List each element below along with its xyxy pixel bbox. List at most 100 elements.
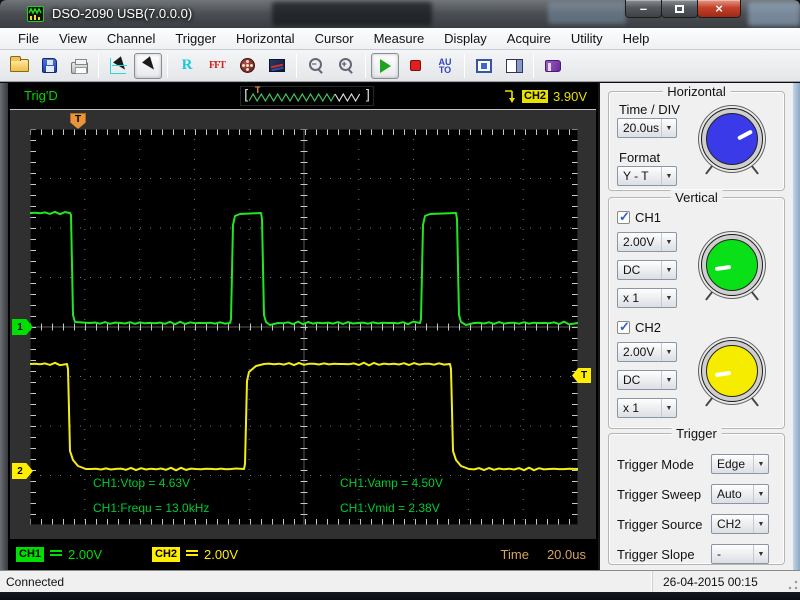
trigger-mode-dropdown[interactable]: Edge: [711, 454, 769, 474]
menu-display[interactable]: Display: [434, 29, 497, 48]
ch2-scale-readout: CH2 2.00V: [152, 547, 238, 562]
menu-utility[interactable]: Utility: [561, 29, 613, 48]
window-left-border: [0, 83, 8, 571]
minimize-button[interactable]: –: [625, 0, 662, 18]
time-div-dropdown[interactable]: 20.0us: [617, 118, 677, 138]
resize-grip[interactable]: [788, 580, 798, 590]
fft-button[interactable]: FFT: [203, 53, 231, 79]
ch1-scale-readout: CH1 2.00V: [16, 547, 102, 562]
time-div-label: Time / DIV: [619, 102, 680, 117]
dropdown-arrow-icon[interactable]: [661, 289, 676, 307]
ch2-checkbox[interactable]: [617, 321, 630, 334]
trigger-level-readout: CH2 3.90V: [500, 86, 600, 106]
ch2-volt-dropdown[interactable]: 2.00V: [617, 342, 677, 362]
dropdown-arrow-icon[interactable]: [661, 399, 676, 417]
trigger-source-dropdown[interactable]: CH2: [711, 514, 769, 534]
title-bar[interactable]: DSO-2090 USB(7.0.0.0) –×: [0, 0, 800, 28]
ch2-probe-dropdown[interactable]: x 1: [617, 398, 677, 418]
knob-pointer: [715, 265, 731, 271]
stop-icon: [410, 60, 421, 71]
trigger-slope-label: Trigger Slope: [617, 547, 695, 562]
toolbar: R FFT −+ AUTO: [0, 50, 800, 82]
dropdown-arrow-icon[interactable]: [661, 233, 676, 251]
trigger-slope-dropdown[interactable]: -: [711, 544, 769, 564]
trigger-sweep-dropdown[interactable]: Auto: [711, 484, 769, 504]
ch1-scale-value: 2.00V: [68, 547, 102, 562]
ch1-volt-dropdown[interactable]: 2.00V: [617, 232, 677, 252]
full-screen-button[interactable]: [470, 53, 498, 79]
ch1-coupling-dropdown[interactable]: DC: [617, 260, 677, 280]
dropdown-arrow-icon[interactable]: [661, 371, 676, 389]
menu-view[interactable]: View: [49, 29, 97, 48]
help-button[interactable]: [539, 53, 567, 79]
dropdown-arrow-icon[interactable]: [661, 119, 676, 137]
dropdown-arrow-icon[interactable]: [661, 167, 676, 185]
main-content: Trig'D [ ] T CH2 3.90V: [0, 82, 800, 570]
trigger-status: Trig'D: [24, 88, 58, 103]
auto-set-icon: AUTO: [437, 58, 453, 74]
menu-cursor[interactable]: Cursor: [305, 29, 364, 48]
trigger-mode-label: Trigger Mode: [617, 457, 694, 472]
stop-button[interactable]: [401, 53, 429, 79]
zoom-in-button[interactable]: +: [332, 53, 360, 79]
knob-pointer: [715, 371, 731, 377]
zoom-out-button[interactable]: −: [302, 53, 330, 79]
ch1-checkbox[interactable]: [617, 211, 630, 224]
ch2-coupling-icon: [186, 550, 198, 558]
pointer-button[interactable]: [134, 53, 162, 79]
dropdown-arrow-icon[interactable]: [753, 455, 768, 473]
format-dropdown[interactable]: Y - T: [617, 166, 677, 186]
toolbar-separator: [533, 54, 534, 78]
menu-horizontal[interactable]: Horizontal: [226, 29, 305, 48]
connection-status: Connected: [0, 575, 652, 589]
format-label: Format: [619, 150, 660, 165]
preview-right-bracket[interactable]: ]: [364, 88, 372, 104]
maximize-button[interactable]: [661, 0, 698, 18]
trigger-source-label: Trigger Source: [617, 517, 703, 532]
ch2-badge: CH2: [152, 547, 180, 562]
time-label: Time: [501, 547, 529, 562]
dropdown-arrow-icon[interactable]: [753, 485, 768, 503]
dropdown-arrow-icon[interactable]: [753, 545, 768, 563]
dropdown-arrow-icon[interactable]: [753, 515, 768, 533]
menu-bar: FileViewChannelTriggerHorizontalCursorMe…: [0, 28, 800, 50]
dropdown-arrow-icon[interactable]: [661, 343, 676, 361]
vertical-group-title: Vertical: [670, 190, 723, 205]
menu-channel[interactable]: Channel: [97, 29, 165, 48]
scope-status-row: Trig'D [ ] T CH2 3.90V: [10, 85, 596, 107]
menu-file[interactable]: File: [8, 29, 49, 48]
horizontal-position-knob[interactable]: [701, 108, 763, 170]
auto-set-button[interactable]: AUTO: [431, 53, 459, 79]
print-button[interactable]: [65, 53, 93, 79]
menu-acquire[interactable]: Acquire: [497, 29, 561, 48]
trigger-position-marker[interactable]: T: [70, 113, 86, 129]
save-button[interactable]: [35, 53, 63, 79]
waveform-capture-button[interactable]: [263, 53, 291, 79]
refresh-icon: R: [182, 57, 193, 74]
cursor-measure-button[interactable]: [104, 53, 132, 79]
ch2-vertical-knob[interactable]: [701, 340, 763, 402]
ch1-vertical-knob[interactable]: [701, 234, 763, 296]
ch1-probe-dropdown[interactable]: x 1: [617, 288, 677, 308]
control-panel: Horizontal Time / DIV 20.0us Format Y - …: [600, 83, 793, 571]
dropdown-arrow-icon[interactable]: [661, 261, 676, 279]
acquisition-preview[interactable]: [ ] T: [240, 86, 374, 106]
ch1-coupling-icon: [50, 550, 62, 558]
zoom-in-icon: +: [338, 58, 355, 74]
trigger-level-value: 3.90V: [553, 89, 587, 104]
start-button[interactable]: [371, 53, 399, 79]
close-button[interactable]: ×: [697, 0, 741, 18]
menu-help[interactable]: Help: [613, 29, 660, 48]
toolbar-separator: [296, 54, 297, 78]
refresh-button[interactable]: R: [173, 53, 201, 79]
menu-trigger[interactable]: Trigger: [165, 29, 226, 48]
scope-bottom-bar: CH1 2.00V CH2 2.00V Time 20.0us: [10, 541, 596, 567]
window-right-border: [793, 83, 800, 571]
record-button[interactable]: [233, 53, 261, 79]
open-button[interactable]: [5, 53, 33, 79]
scope-display: T 1 2 T CH1:Vtop = 4.63VCH1:Frequ = 13.0…: [10, 109, 596, 539]
menu-measure[interactable]: Measure: [364, 29, 435, 48]
timebase-readout: Time 20.0us: [501, 547, 586, 562]
panel-toggle-button[interactable]: [500, 53, 528, 79]
ch2-coupling-dropdown[interactable]: DC: [617, 370, 677, 390]
